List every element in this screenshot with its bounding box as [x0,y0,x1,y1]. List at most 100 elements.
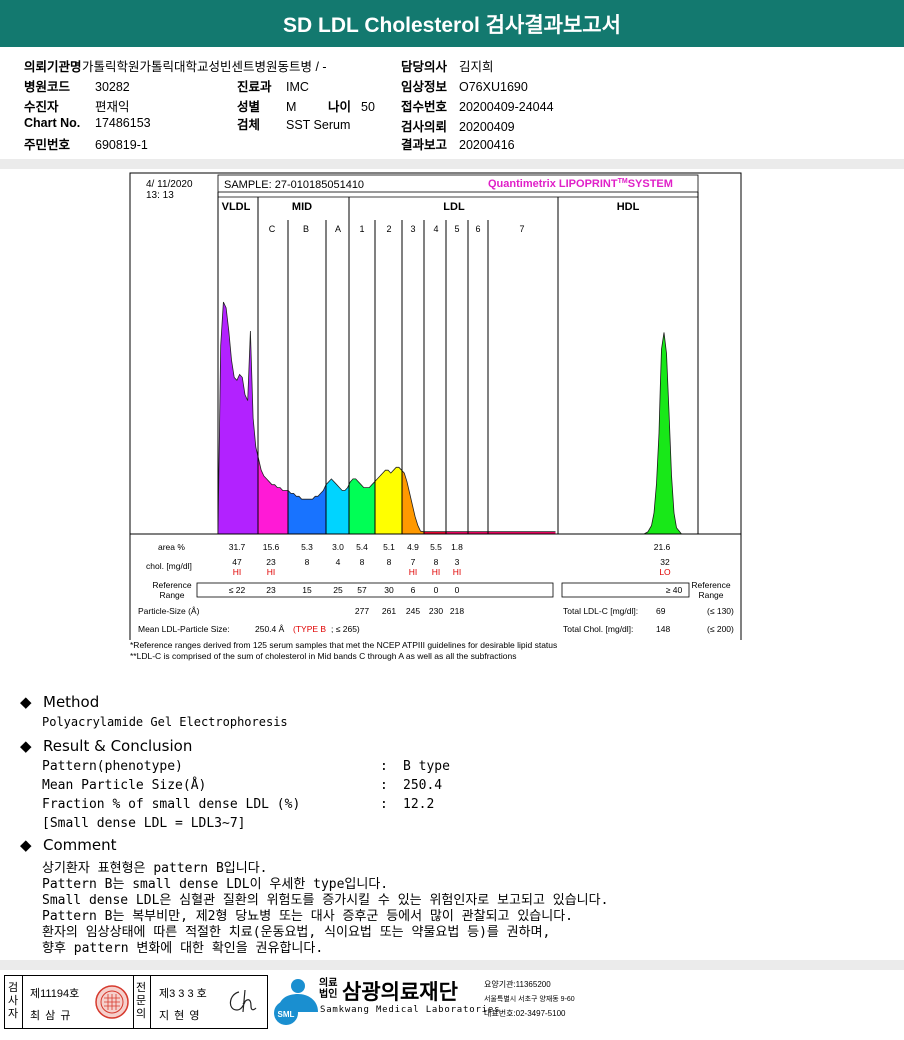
diamond-icon: ◆ [20,693,32,711]
band-label-5: 5 [454,224,459,234]
result-row-value: 12.2 [403,797,435,812]
group-mid: MID [292,201,312,213]
ward-value: 동트병 / - [277,60,327,74]
code-label: 병원코드 [24,80,71,94]
method-heading: ◆ Method [20,693,100,711]
ref-value: 0 [455,585,460,595]
result-row-sep: : [380,759,388,774]
chol-flag: HI [409,567,418,577]
result-heading: ◆ Result & Conclusion [20,737,193,755]
official-seal-icon [95,985,129,1019]
band-fill [326,302,349,534]
specialist-name: 지 현 영 [159,1010,201,1022]
patient-label: 수진자 [24,100,59,114]
doctor-value: 김지희 [459,60,494,74]
divider [0,960,904,970]
row-label-ref-1: Reference [152,580,191,590]
area-value: 4.9 [407,542,419,552]
dept-value: IMC [286,80,309,94]
chart-date: 4/ 11/2020 [146,179,193,190]
request-label: 검사의뢰 [401,120,448,134]
chol-value: 47 [232,557,242,567]
chol-flag: HI [233,567,242,577]
org-line-1: 요양기관:11365200 [484,980,551,989]
area-value: 5.3 [301,542,313,552]
method-text: Polyacrylamide Gel Electrophoresis [42,715,288,729]
signature-box: 검사자 제11194호 최 삼 규 전문의 제3 3 3 호 지 현 영 [4,975,268,1029]
comment-line: 향후 pattern 변화에 대한 확인을 권유합니다. [42,941,324,956]
report-date-value: 20200416 [459,138,515,152]
group-hdl: HDL [617,201,640,213]
mean-size-value: 250.4 Å [255,624,285,634]
result-row-label: Mean Particle Size(Å) [42,778,207,793]
ref-value: 30 [384,585,394,595]
band-fill [402,302,424,534]
chol-flag: HI [453,567,462,577]
footnote-2: **LDL-C is comprised of the sum of chole… [130,651,517,661]
result-row-value: B type [403,759,450,774]
dept-label: 진료과 [237,80,272,94]
total-ldl-value: 69 [656,606,666,616]
tester-name: 최 삼 규 [30,1010,72,1022]
report-date-label: 결과보고 [401,138,448,152]
chol-flag: HI [267,567,276,577]
mean-size-ref: ; ≤ 265) [331,624,360,634]
chart-time: 13: 13 [146,190,174,201]
chol-flag: LO [659,567,671,577]
specialist-heading: 전문의 [136,982,147,1020]
diamond-icon: ◆ [20,836,32,854]
band-fill [258,302,288,534]
area-value: 3.0 [332,542,344,552]
code-value: 30282 [95,80,130,94]
ref-value: 57 [357,585,367,595]
sex-label: 성별 [237,100,261,114]
chol-value: 32 [660,557,670,567]
chol-flag: HI [432,567,441,577]
total-ldl-label: Total LDL-C [mg/dl]: [563,606,638,616]
total-chol-label: Total Chol. [mg/dl]: [563,624,633,634]
total-ldl-ref: (≤ 130) [707,606,734,616]
particle-size-value: 277 [355,606,369,616]
age-value: 50 [361,100,375,114]
band-fill [288,302,326,534]
result-row-sep: : [380,778,388,793]
band-fill [488,302,556,534]
specialist-license: 제3 3 3 호 [159,988,207,1000]
hdl-fill [644,332,682,534]
diamond-icon: ◆ [20,737,32,755]
ref-right-1: Reference [691,580,730,590]
ref-right-2: Range [698,590,723,600]
result-row-sep: : [380,797,388,812]
area-value: 5.1 [383,542,395,552]
ref-value: ≤ 22 [229,585,246,595]
ref-value: 25 [333,585,343,595]
particle-size-value: 245 [406,606,420,616]
chol-value: 7 [411,557,416,567]
org-name: 삼광의료재단 [342,981,458,1004]
id-label: 주민번호 [24,138,71,152]
tester-license: 제11194호 [30,988,80,1000]
sml-logo-icon: SML [274,979,318,1025]
group-vldl: VLDL [222,201,251,213]
sample-id: SAMPLE: 27-010185051410 [224,179,364,191]
band-fill [375,302,402,534]
area-value: 15.6 [263,542,280,552]
area-value: 21.6 [654,542,671,552]
ref-value: ≥ 40 [666,585,683,595]
result-note: [Small dense LDL = LDL3~7] [42,816,246,831]
chol-value: 4 [336,557,341,567]
row-label-chol: chol. [mg/dl] [146,561,192,571]
band-fill [424,302,446,534]
result-row-label: Pattern(phenotype) [42,759,183,774]
id-value: 690819-1 [95,138,148,152]
chol-value: 8 [305,557,310,567]
ref-value: 0 [434,585,439,595]
row-label-ref-2: Range [159,590,184,600]
chart-no-value: 17486153 [95,116,151,130]
patient-info: 의뢰기관명가톨릭학원가톨릭대학교성빈센트병원동트병 / - 담당의사 김지희 병원… [0,47,904,159]
tester-heading: 검사자 [8,982,19,1020]
row-label-mean: Mean LDL-Particle Size: [138,624,230,634]
band-fill [349,302,375,534]
total-chol-ref: (≤ 200) [707,624,734,634]
ref-value: 23 [266,585,276,595]
